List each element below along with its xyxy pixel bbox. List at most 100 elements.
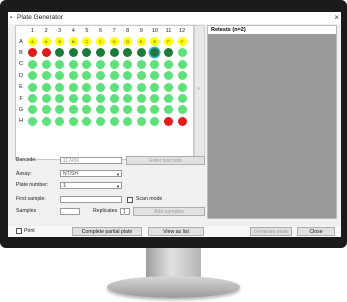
plate-well[interactable] — [109, 59, 119, 69]
barcode-field[interactable]: 112456 — [60, 157, 122, 164]
plate-well[interactable] — [136, 105, 146, 115]
plate-well[interactable] — [123, 82, 133, 92]
enter-barcode-button[interactable]: Enter barcode — [126, 156, 205, 165]
plate-well[interactable] — [164, 116, 173, 126]
view-as-list-button[interactable]: View as list — [148, 227, 204, 236]
plate-well[interactable] — [109, 94, 119, 103]
plate-well[interactable] — [82, 105, 92, 115]
plate-well[interactable] — [41, 116, 51, 126]
plate-well[interactable] — [123, 116, 133, 126]
plate-number-select[interactable]: 1 ▼ — [60, 182, 122, 189]
plate-well[interactable] — [177, 48, 187, 58]
plate-well[interactable] — [96, 71, 105, 81]
plate-well[interactable] — [150, 48, 160, 58]
plate-well[interactable] — [164, 59, 173, 69]
plate-well[interactable] — [136, 48, 146, 58]
plate-well[interactable] — [150, 82, 160, 92]
plate-well[interactable] — [177, 59, 187, 69]
plate-well[interactable] — [109, 48, 119, 58]
plate-well[interactable] — [96, 82, 105, 92]
plate-well[interactable] — [68, 116, 78, 126]
plate-well[interactable] — [150, 116, 160, 126]
plate-well[interactable] — [82, 59, 92, 69]
plate-well[interactable] — [82, 48, 92, 58]
plate-well[interactable] — [28, 48, 37, 58]
plate-well[interactable] — [150, 105, 160, 115]
plate-well[interactable] — [55, 48, 65, 58]
plate-well[interactable] — [109, 71, 119, 81]
print-checkbox[interactable] — [16, 228, 22, 234]
plate-well[interactable] — [150, 71, 160, 81]
plate-well[interactable] — [96, 116, 105, 126]
generate-plate-button[interactable]: Generate plate — [250, 227, 292, 236]
plate-well[interactable] — [123, 94, 133, 103]
plate-well[interactable]: F — [177, 37, 187, 46]
plate-well[interactable] — [41, 82, 51, 92]
plate-well[interactable]: A — [41, 37, 51, 46]
plate-well[interactable] — [41, 94, 51, 103]
plate-well[interactable] — [55, 82, 65, 92]
plate-well[interactable] — [82, 116, 92, 126]
plate-well[interactable] — [123, 71, 133, 81]
plate-well[interactable] — [68, 94, 78, 103]
plate-well[interactable] — [136, 116, 146, 126]
plate-well[interactable] — [164, 94, 173, 103]
plate-well[interactable] — [82, 71, 92, 81]
plate-well[interactable]: B — [68, 37, 78, 46]
plate-well[interactable] — [177, 82, 187, 92]
plate-well[interactable] — [164, 82, 173, 92]
scan-mode-checkbox[interactable] — [127, 197, 133, 203]
plate-well[interactable] — [136, 59, 146, 69]
plate-well[interactable] — [123, 105, 133, 115]
plate-well[interactable] — [150, 94, 160, 103]
plate-well[interactable] — [28, 105, 37, 115]
plate-well[interactable] — [82, 94, 92, 103]
plate-well[interactable] — [123, 48, 133, 58]
plate-well[interactable] — [68, 105, 78, 115]
plate-well[interactable] — [41, 59, 51, 69]
plate-well[interactable]: D — [123, 37, 133, 46]
collapse-sidebar[interactable]: » — [194, 25, 205, 160]
plate-well[interactable] — [164, 48, 173, 58]
plate-well[interactable] — [55, 116, 65, 126]
plate-well[interactable]: A — [28, 37, 37, 46]
plate-well[interactable] — [136, 82, 146, 92]
first-sample-field[interactable] — [60, 196, 122, 203]
plate-well[interactable] — [109, 105, 119, 115]
plate-well[interactable] — [55, 71, 65, 81]
plate-well[interactable] — [136, 94, 146, 103]
plate-well[interactable] — [109, 82, 119, 92]
plate-well[interactable] — [41, 48, 51, 58]
plate-well[interactable]: E — [150, 37, 160, 46]
plate-well[interactable]: E — [136, 37, 146, 46]
plate-well[interactable] — [41, 71, 51, 81]
plate-well[interactable] — [177, 105, 187, 115]
plate-well[interactable] — [123, 59, 133, 69]
plate-well[interactable] — [68, 59, 78, 69]
close-button[interactable]: Close — [297, 227, 335, 236]
plate-well[interactable]: F — [164, 37, 173, 46]
samples-field[interactable] — [60, 208, 80, 215]
plate-well[interactable] — [96, 105, 105, 115]
plate-well[interactable] — [68, 48, 78, 58]
plate-well[interactable]: B — [55, 37, 65, 46]
plate-well[interactable] — [41, 105, 51, 115]
assay-select[interactable]: NT/SH ▼ — [60, 170, 122, 177]
plate-well[interactable] — [164, 71, 173, 81]
plate-well[interactable] — [68, 71, 78, 81]
plate-well[interactable] — [55, 59, 65, 69]
plate-well[interactable] — [109, 116, 119, 126]
plate-well[interactable] — [96, 59, 105, 69]
plate-well[interactable] — [28, 116, 37, 126]
plate-well[interactable] — [68, 82, 78, 92]
plate-well[interactable] — [164, 105, 173, 115]
replicates-field[interactable]: 1 — [120, 208, 130, 215]
plate-well[interactable] — [28, 82, 37, 92]
plate-well[interactable] — [136, 71, 146, 81]
complete-partial-plate-button[interactable]: Complete partial plate — [72, 227, 142, 236]
plate-well[interactable] — [177, 94, 187, 103]
plate-well[interactable] — [177, 116, 187, 126]
add-samples-button[interactable]: Add samples — [133, 207, 205, 216]
plate-well[interactable] — [82, 82, 92, 92]
plate-well[interactable] — [96, 94, 105, 103]
